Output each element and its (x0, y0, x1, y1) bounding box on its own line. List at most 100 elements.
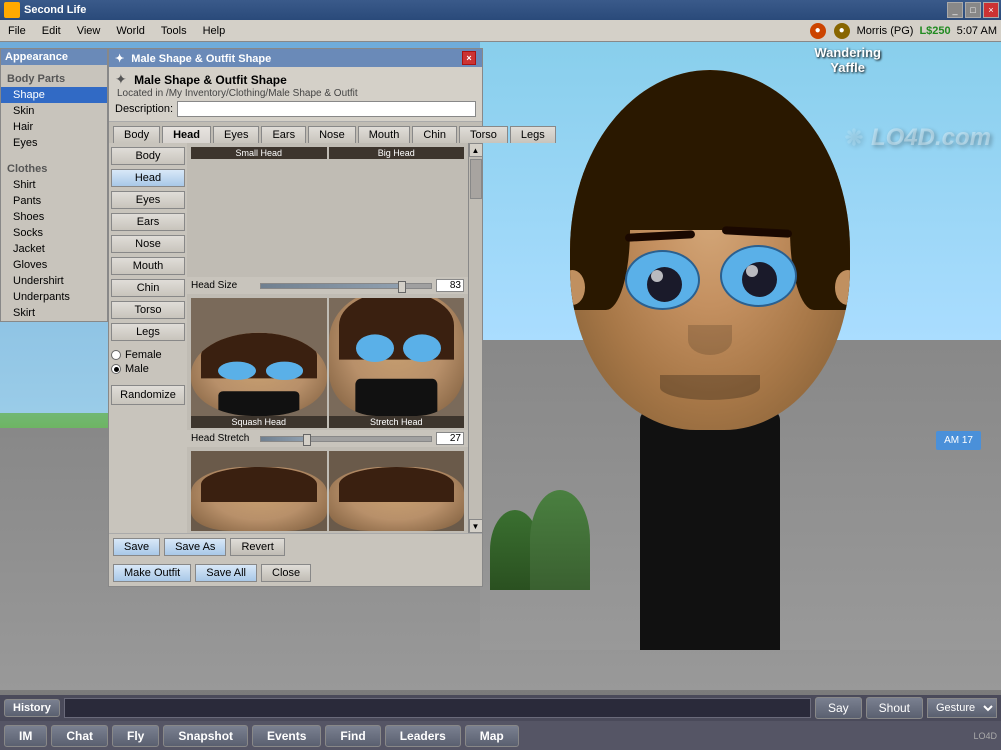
find-button[interactable]: Find (325, 725, 380, 747)
radio-female[interactable] (111, 350, 121, 360)
close-button[interactable]: Close (261, 564, 311, 582)
tab-torso[interactable]: Torso (459, 126, 508, 143)
user-name: Morris (PG) (857, 25, 914, 37)
panel-title-bar: ✦ Male Shape & Outfit Shape × (109, 49, 482, 67)
tab-eyes[interactable]: Eyes (213, 126, 259, 143)
window-title: Second Life (24, 4, 86, 16)
btn-head[interactable]: Head (111, 169, 185, 187)
appearance-gloves[interactable]: Gloves (1, 257, 107, 273)
head-size-label: Head Size (191, 280, 256, 291)
btn-mouth[interactable]: Mouth (111, 257, 185, 275)
menu-view[interactable]: View (69, 23, 109, 39)
status-icon-2: ● (834, 23, 850, 39)
head-size-slider-row: Head Size 83 (187, 277, 468, 294)
btn-torso[interactable]: Torso (111, 301, 185, 319)
save-as-button[interactable]: Save As (164, 538, 226, 556)
btn-chin[interactable]: Chin (111, 279, 185, 297)
gender-female[interactable]: Female (111, 349, 185, 361)
head-stretch-value: 27 (436, 432, 464, 445)
appearance-skin[interactable]: Skin (1, 103, 107, 119)
btn-legs[interactable]: Legs (111, 323, 185, 341)
preview-cell-5[interactable] (191, 451, 327, 531)
face-preview-5 (191, 467, 327, 531)
preview-big-head[interactable]: Big Head (329, 147, 465, 159)
appearance-pants[interactable]: Pants (1, 193, 107, 209)
menu-file[interactable]: File (0, 23, 34, 39)
head-stretch-thumb[interactable] (303, 434, 311, 446)
appearance-eyes[interactable]: Eyes (1, 135, 107, 151)
menu-world[interactable]: World (108, 23, 153, 39)
tab-nose[interactable]: Nose (308, 126, 356, 143)
tab-legs[interactable]: Legs (510, 126, 556, 143)
save-button[interactable]: Save (113, 538, 160, 556)
tab-ears[interactable]: Ears (261, 126, 306, 143)
preview-cell-6[interactable] (329, 451, 465, 531)
gesture-select[interactable]: Gesture (927, 698, 997, 718)
preview-row-2: Squash Head Stretch Head (187, 298, 468, 428)
minimize-button[interactable]: _ (947, 2, 963, 18)
btn-body[interactable]: Body (111, 147, 185, 165)
appearance-skirt[interactable]: Skirt (1, 305, 107, 321)
gender-row: Female Male (111, 349, 185, 375)
menu-tools[interactable]: Tools (153, 23, 195, 39)
head-size-thumb[interactable] (398, 281, 406, 293)
menu-help[interactable]: Help (195, 23, 234, 39)
status-icon-1: ● (810, 23, 826, 39)
head-stretch-slider-row: Head Stretch 27 (187, 430, 468, 447)
say-button[interactable]: Say (815, 697, 862, 719)
randomize-button[interactable]: Randomize (111, 385, 185, 405)
map-button[interactable]: Map (465, 725, 519, 747)
avatar-head-container (520, 30, 900, 650)
btn-ears[interactable]: Ears (111, 213, 185, 231)
slider-area-2: Head Stretch 27 (187, 430, 468, 447)
im-button[interactable]: IM (4, 725, 47, 747)
head-size-track[interactable] (260, 283, 432, 289)
appearance-shirt[interactable]: Shirt (1, 177, 107, 193)
shape-panel: ✦ Male Shape & Outfit Shape × ✦ Male Sha… (108, 48, 483, 587)
close-button[interactable]: × (983, 2, 999, 18)
snapshot-button[interactable]: Snapshot (163, 725, 248, 747)
btn-eyes[interactable]: Eyes (111, 191, 185, 209)
make-outfit-button[interactable]: Make Outfit (113, 564, 191, 582)
appearance-shape[interactable]: Shape (1, 87, 107, 103)
tab-head[interactable]: Head (162, 126, 211, 143)
scroll-down[interactable]: ▼ (469, 519, 483, 533)
appearance-jacket[interactable]: Jacket (1, 241, 107, 257)
tab-chin[interactable]: Chin (412, 126, 457, 143)
squash-head-label: Squash Head (191, 416, 327, 428)
shape-panel-icon: ✦ (115, 53, 124, 65)
gender-male[interactable]: Male (111, 363, 185, 375)
maximize-button[interactable]: □ (965, 2, 981, 18)
preview-stretch-head[interactable]: Stretch Head (329, 298, 465, 428)
face-squash-head (191, 333, 327, 416)
chat-button[interactable]: Chat (51, 725, 108, 747)
save-all-button[interactable]: Save All (195, 564, 257, 582)
revert-button[interactable]: Revert (230, 538, 284, 556)
preview-squash-head[interactable]: Squash Head (191, 298, 327, 428)
chat-input-field[interactable] (64, 698, 811, 718)
events-button[interactable]: Events (252, 725, 321, 747)
appearance-underpants[interactable]: Underpants (1, 289, 107, 305)
window-controls[interactable]: _ □ × (947, 2, 999, 18)
preview-small-head[interactable]: Small Head (191, 147, 327, 159)
head-stretch-track[interactable] (260, 436, 432, 442)
leaders-button[interactable]: Leaders (385, 725, 461, 747)
scroll-thumb[interactable] (470, 159, 482, 199)
btn-nose[interactable]: Nose (111, 235, 185, 253)
shout-button[interactable]: Shout (866, 697, 923, 719)
menu-edit[interactable]: Edit (34, 23, 69, 39)
description-input[interactable] (177, 101, 476, 117)
appearance-undershirt[interactable]: Undershirt (1, 273, 107, 289)
radio-male[interactable] (111, 364, 121, 374)
scroll-up[interactable]: ▲ (469, 143, 483, 157)
description-label: Description: (115, 103, 173, 115)
appearance-title: Appearance (1, 49, 107, 65)
appearance-hair[interactable]: Hair (1, 119, 107, 135)
tab-body[interactable]: Body (113, 126, 160, 143)
panel-close-button[interactable]: × (462, 51, 476, 65)
tab-mouth[interactable]: Mouth (358, 126, 411, 143)
fly-button[interactable]: Fly (112, 725, 159, 747)
appearance-shoes[interactable]: Shoes (1, 209, 107, 225)
appearance-socks[interactable]: Socks (1, 225, 107, 241)
history-button[interactable]: History (4, 699, 60, 717)
